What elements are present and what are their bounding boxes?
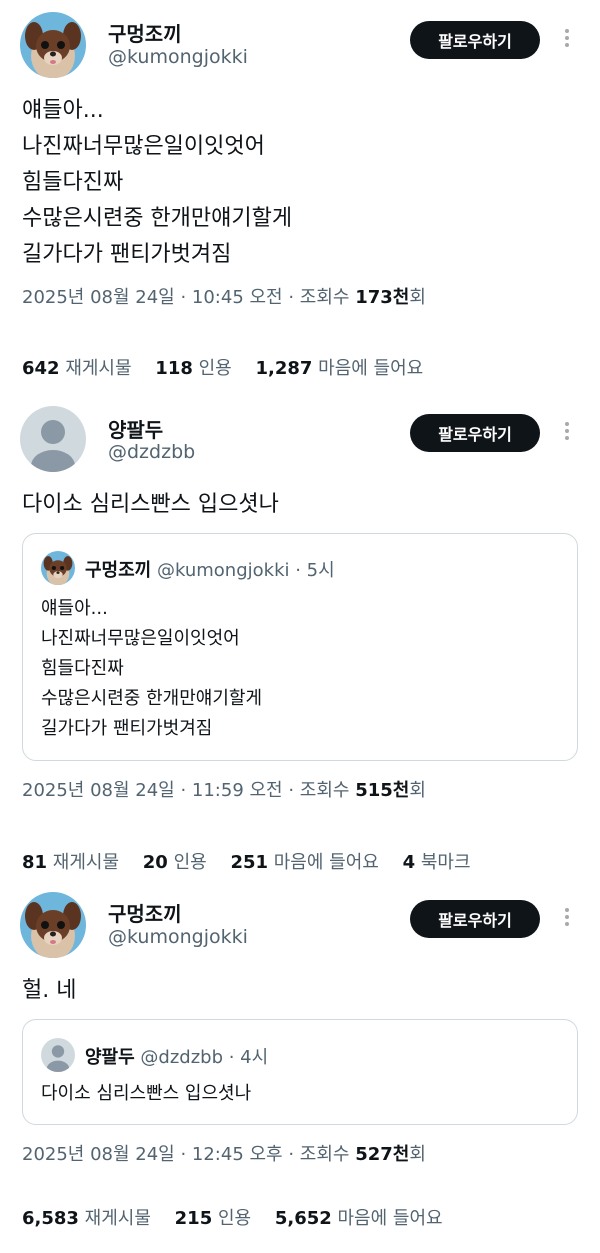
default-avatar-icon	[41, 1038, 75, 1072]
retweet-stat[interactable]: 81 재게시물	[22, 852, 119, 873]
like-label: 마음에 들어요	[273, 852, 379, 873]
dog-avatar-icon[interactable]	[20, 12, 86, 78]
default-avatar-icon[interactable]	[20, 406, 86, 472]
quoted-text-line: 다이소 심리스빤스 입으셧나	[41, 1083, 252, 1104]
author-handle[interactable]: @kumongjokki	[108, 926, 248, 948]
quote-stat[interactable]: 118 인용	[155, 358, 231, 379]
like-label: 마음에 들어요	[318, 358, 424, 379]
tweet-timestamp[interactable]: 2025년 08월 24일 · 12:45 오후 · 조회수 527천회	[22, 1140, 426, 1166]
quoted-tweet-header: 양팔두 @dzdzbb · 4시	[85, 1043, 268, 1069]
dog-avatar-icon[interactable]	[20, 892, 86, 958]
quoted-tweet-text: 다이소 심리스빤스 입으셧나	[41, 1079, 251, 1109]
bookmark-count: 4	[402, 852, 416, 873]
retweet-label: 재게시물	[65, 358, 132, 379]
view-count: 173천	[355, 287, 410, 308]
follow-button[interactable]: 팔로우하기	[410, 21, 540, 59]
view-suffix: 회	[409, 1144, 426, 1165]
quoted-tweet-text: 얘들아... 나진짜너무많은일이잇엇어 힘들다진짜 수많은시련중 한개만얘기할게…	[41, 594, 262, 744]
like-stat[interactable]: 251 마음에 들어요	[230, 852, 378, 873]
tweet-text-line: 얘들아...	[22, 98, 104, 123]
author-name[interactable]: 구멍조끼	[108, 18, 182, 47]
tweet-3: 구멍조끼 @kumongjokki 팔로우하기 헐. 네 양팔두 @dzdzbb…	[0, 880, 600, 1253]
quote-stat[interactable]: 215 인용	[175, 1208, 251, 1229]
quoted-author-name: 구멍조끼	[85, 560, 152, 581]
quote-label: 인용	[173, 852, 207, 873]
bookmark-label: 북마크	[420, 852, 471, 873]
tweet-timestamp[interactable]: 2025년 08월 24일 · 10:45 오전 · 조회수 173천회	[22, 283, 426, 309]
more-options-icon[interactable]	[558, 905, 576, 931]
quote-count: 215	[174, 1208, 213, 1229]
follow-button[interactable]: 팔로우하기	[410, 414, 540, 452]
view-suffix: 회	[409, 780, 426, 801]
more-options-icon[interactable]	[558, 419, 576, 445]
quoted-author-handle: @kumongjokki · 5시	[156, 560, 335, 581]
quote-stat[interactable]: 20 인용	[143, 852, 207, 873]
timestamp-text: 2025년 08월 24일 · 12:45 오후 · 조회수	[22, 1144, 356, 1165]
quote-label: 인용	[198, 358, 232, 379]
engagement-stats: 642 재게시물 118 인용 1,287 마음에 들어요	[22, 354, 423, 380]
tweet-text: 얘들아... 나진짜너무많은일이잇엇어 힘들다진짜 수많은시련중 한개만얘기할게…	[22, 93, 292, 273]
quoted-tweet-card[interactable]: 양팔두 @dzdzbb · 4시 다이소 심리스빤스 입으셧나	[22, 1019, 578, 1125]
like-stat[interactable]: 5,652 마음에 들어요	[275, 1208, 443, 1229]
author-name[interactable]: 구멍조끼	[108, 898, 182, 927]
quoted-author-handle: @dzdzbb · 4시	[140, 1047, 269, 1068]
like-count: 1,287	[255, 358, 313, 379]
author-handle[interactable]: @kumongjokki	[108, 46, 248, 68]
quoted-text-line: 길가다가 팬티가벗겨짐	[41, 718, 213, 739]
tweet-1: 구멍조끼 @kumongjokki 팔로우하기 얘들아... 나진짜너무많은일이…	[0, 0, 600, 400]
tweet-text-line: 나진짜너무많은일이잇엇어	[22, 134, 265, 159]
view-count: 515천	[355, 780, 410, 801]
quoted-text-line: 수많은시련중 한개만얘기할게	[41, 688, 263, 709]
retweet-count: 81	[22, 852, 48, 873]
quoted-text-line: 얘들아...	[41, 598, 108, 619]
tweet-text-line: 수많은시련중 한개만얘기할게	[22, 206, 293, 231]
tweet-text-line: 헐. 네	[22, 978, 77, 1003]
retweet-label: 재게시물	[84, 1208, 151, 1229]
like-count: 251	[230, 852, 269, 873]
dog-avatar-icon	[41, 551, 75, 585]
like-label: 마음에 들어요	[337, 1208, 443, 1229]
quote-count: 20	[142, 852, 168, 873]
quoted-tweet-card[interactable]: 구멍조끼 @kumongjokki · 5시 얘들아... 나진짜너무많은일이잇…	[22, 533, 578, 761]
retweet-label: 재게시물	[52, 852, 120, 873]
retweet-stat[interactable]: 6,583 재게시물	[22, 1208, 151, 1229]
tweet-text: 다이소 심리스빤스 입으셧나	[22, 487, 279, 523]
tweet-text-line: 길가다가 팬티가벗겨짐	[22, 242, 232, 267]
view-count: 527천	[355, 1144, 410, 1165]
tweet-text-line: 다이소 심리스빤스 입으셧나	[22, 492, 279, 517]
follow-button[interactable]: 팔로우하기	[410, 900, 540, 938]
quote-count: 118	[155, 358, 193, 379]
bookmark-stat[interactable]: 4 북마크	[403, 852, 471, 873]
tweet-2: 양팔두 @dzdzbb 팔로우하기 다이소 심리스빤스 입으셧나 구멍조끼 @k…	[0, 400, 600, 880]
engagement-stats: 81 재게시물 20 인용 251 마음에 들어요 4 북마크	[22, 848, 471, 874]
view-suffix: 회	[409, 287, 426, 308]
like-stat[interactable]: 1,287 마음에 들어요	[255, 358, 423, 379]
quoted-author-name: 양팔두	[85, 1047, 135, 1068]
like-count: 5,652	[274, 1208, 332, 1229]
quoted-text-line: 힘들다진짜	[41, 658, 124, 679]
quote-label: 인용	[217, 1208, 252, 1229]
quoted-text-line: 나진짜너무많은일이잇엇어	[41, 628, 240, 649]
author-name[interactable]: 양팔두	[108, 414, 163, 443]
more-options-icon[interactable]	[558, 26, 576, 52]
retweet-stat[interactable]: 642 재게시물	[22, 358, 132, 379]
tweet-text: 헐. 네	[22, 973, 76, 1009]
timestamp-text: 2025년 08월 24일 · 11:59 오전 · 조회수	[22, 780, 356, 801]
retweet-count: 642	[22, 358, 60, 379]
tweet-text-line: 힘들다진짜	[22, 170, 124, 195]
engagement-stats: 6,583 재게시물 215 인용 5,652 마음에 들어요	[22, 1204, 443, 1230]
retweet-count: 6,583	[22, 1208, 79, 1229]
author-handle[interactable]: @dzdzbb	[108, 441, 195, 463]
tweet-timestamp[interactable]: 2025년 08월 24일 · 11:59 오전 · 조회수 515천회	[22, 776, 426, 802]
timestamp-text: 2025년 08월 24일 · 10:45 오전 · 조회수	[22, 287, 356, 308]
quoted-tweet-header: 구멍조끼 @kumongjokki · 5시	[85, 556, 335, 582]
